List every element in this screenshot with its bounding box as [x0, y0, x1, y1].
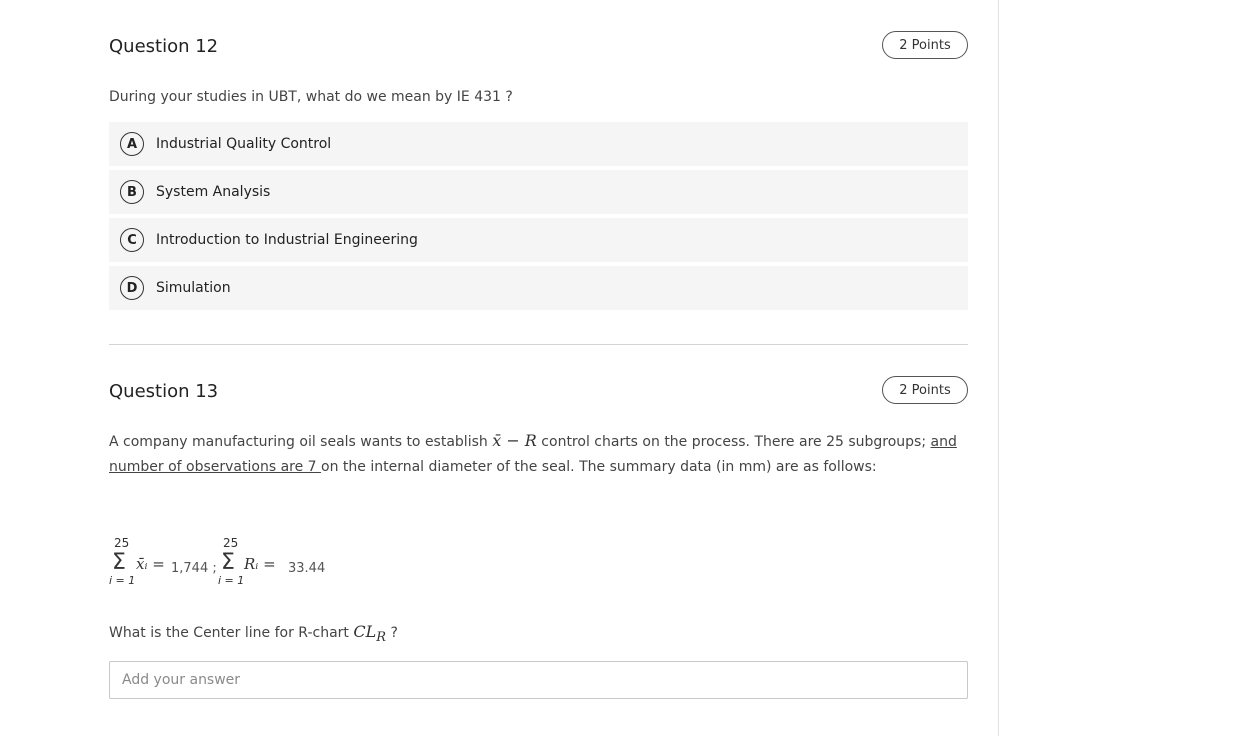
option-b[interactable]: B System Analysis	[109, 170, 968, 214]
answer-input[interactable]	[109, 661, 968, 699]
points-badge: 2 Points	[882, 376, 968, 404]
option-letter: C	[120, 228, 144, 252]
option-c[interactable]: C Introduction to Industrial Engineering	[109, 218, 968, 262]
points-badge: 2 Points	[882, 31, 968, 59]
sum-value: 1,744 ;	[171, 561, 217, 576]
question-prompt: During your studies in UBT, what do we m…	[109, 89, 513, 105]
option-label: System Analysis	[156, 184, 271, 200]
sum-upper-limit: 25	[223, 536, 239, 550]
option-letter: D	[120, 276, 144, 300]
center-line-subscript: R	[376, 629, 387, 645]
center-line-symbol: CL	[353, 622, 377, 641]
question-title: Question 13	[109, 381, 219, 402]
sum-upper-limit: 25	[114, 536, 130, 550]
sigma-symbol: Σ	[112, 550, 126, 575]
sum-variable: Rᵢ =	[244, 555, 276, 573]
sum-value: 33.44	[288, 561, 326, 576]
option-d[interactable]: D Simulation	[109, 266, 968, 310]
right-divider	[998, 0, 999, 736]
sub-question-text: What is the Center line for R-chart	[109, 625, 354, 641]
option-label: Industrial Quality Control	[156, 136, 332, 152]
question-mark: ?	[386, 625, 398, 641]
sigma-symbol: Σ	[221, 550, 235, 575]
sum-lower-limit: i = 1	[109, 574, 136, 587]
prompt-text: on the internal diameter of the seal. Th…	[321, 459, 877, 475]
option-label: Introduction to Industrial Engineering	[156, 232, 418, 248]
sum-lower-limit: i = 1	[218, 574, 245, 587]
option-a[interactable]: A Industrial Quality Control	[109, 122, 968, 166]
question-title: Question 12	[109, 36, 219, 57]
option-letter: B	[120, 180, 144, 204]
question-separator	[109, 344, 968, 345]
prompt-text: control charts on the process. There are…	[536, 434, 931, 450]
chart-symbol: x̄ − R	[492, 431, 537, 450]
prompt-text: A company manufacturing oil seals wants …	[109, 434, 493, 450]
option-label: Simulation	[156, 280, 231, 296]
sum-variable: x̄ᵢ =	[136, 555, 165, 573]
sub-question: What is the Center line for R-chart CLR …	[109, 622, 398, 645]
option-letter: A	[120, 132, 144, 156]
question-prompt: A company manufacturing oil seals wants …	[109, 428, 968, 480]
